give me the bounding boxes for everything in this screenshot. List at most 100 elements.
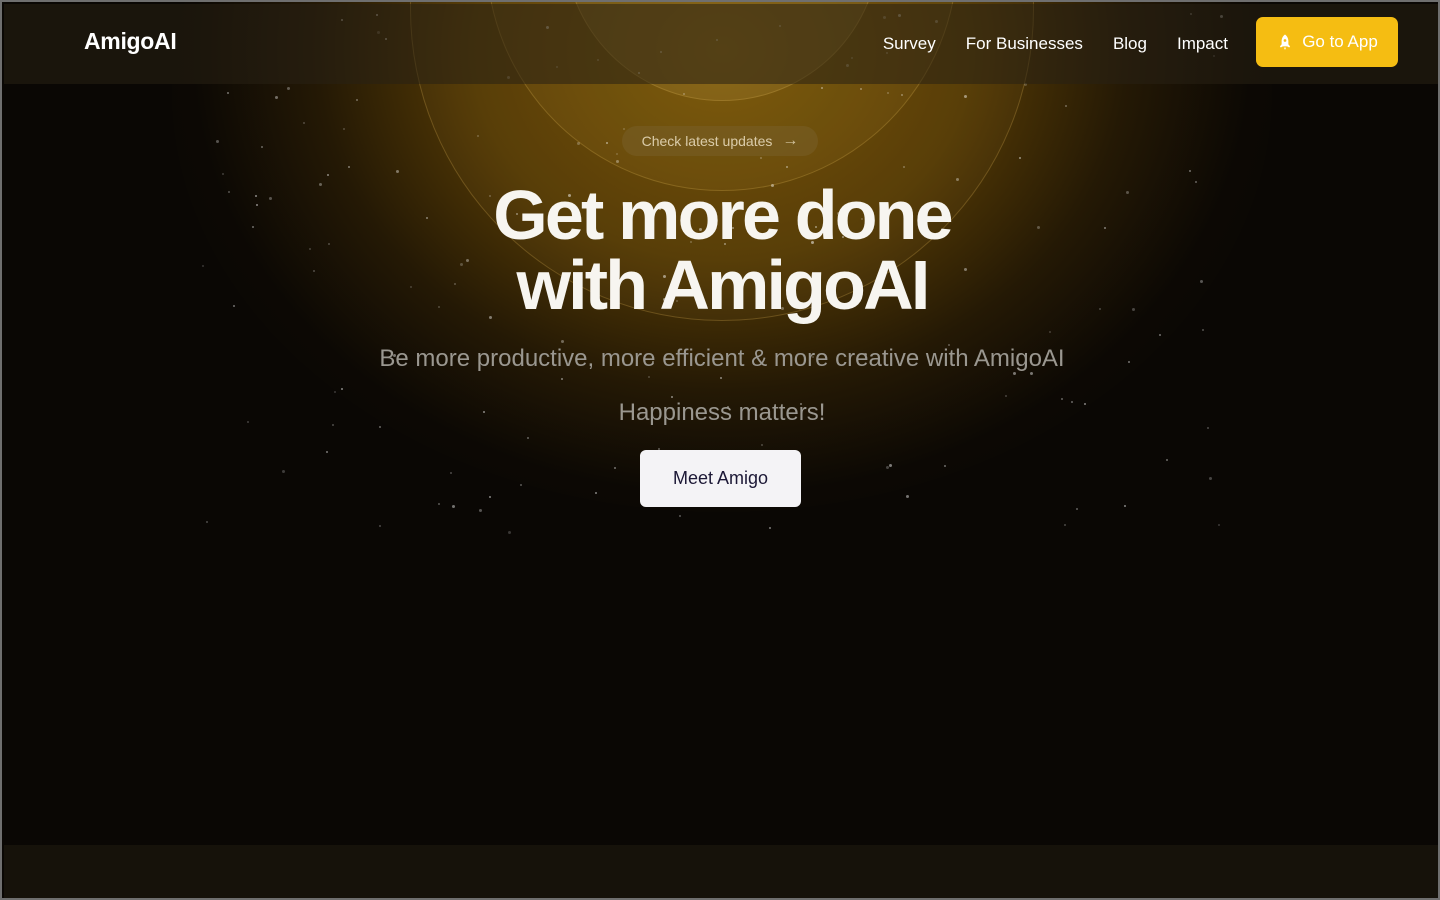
star-dot xyxy=(964,95,968,99)
star-dot xyxy=(1065,104,1068,107)
hero-subheadline: Be more productive, more efficient & mor… xyxy=(379,345,1065,372)
star-dot xyxy=(215,139,219,143)
nav-link-survey[interactable]: Survey xyxy=(883,34,936,54)
star-dot xyxy=(683,93,686,96)
latest-updates-label: Check latest updates xyxy=(641,133,773,149)
go-to-app-button[interactable]: Go to App xyxy=(1256,17,1398,67)
star-dot xyxy=(275,95,279,99)
star-dot xyxy=(205,520,208,523)
star-dot xyxy=(1189,169,1192,172)
star-dot xyxy=(885,466,889,470)
nav-link-impact[interactable]: Impact xyxy=(1177,34,1228,54)
star-dot xyxy=(255,194,258,197)
star-dot xyxy=(647,376,650,379)
hero-headline: Get more done with AmigoAI xyxy=(322,180,1122,320)
star-dot xyxy=(356,99,359,102)
star-dot xyxy=(1124,504,1127,507)
star-dot xyxy=(341,388,344,391)
star-dot xyxy=(1019,157,1022,160)
star-dot xyxy=(476,135,479,138)
star-dot xyxy=(1131,307,1135,311)
rocket-icon xyxy=(1280,34,1291,50)
star-dot xyxy=(623,128,626,131)
arrow-right-icon: → xyxy=(782,132,799,149)
nav-link-for-businesses[interactable]: For Businesses xyxy=(966,34,1083,54)
hero-tagline: Happiness matters! xyxy=(618,399,826,426)
star-dot xyxy=(1061,398,1064,401)
star-dot xyxy=(678,514,681,517)
star-dot xyxy=(888,464,892,468)
star-dot xyxy=(526,436,529,439)
star-dot xyxy=(943,465,946,468)
star-dot xyxy=(246,421,249,424)
star-dot xyxy=(768,526,771,529)
star-dot xyxy=(671,396,674,399)
latest-updates-badge[interactable]: Check latest updates → xyxy=(622,126,818,156)
star-dot xyxy=(202,265,205,268)
star-dot xyxy=(1070,400,1073,403)
navbar: AmigoAI Survey For Businesses Blog Impac… xyxy=(4,4,1438,84)
star-dot xyxy=(859,88,862,91)
star-dot xyxy=(887,92,890,95)
star-dot xyxy=(255,203,258,206)
meet-amigo-button[interactable]: Meet Amigo xyxy=(640,450,801,507)
star-dot xyxy=(1084,402,1087,405)
star-dot xyxy=(309,247,312,250)
page-frame: AmigoAI Survey For Businesses Blog Impac… xyxy=(0,0,1440,900)
star-dot xyxy=(450,471,453,474)
star-dot xyxy=(760,157,763,160)
star-dot xyxy=(347,166,350,169)
star-dot xyxy=(561,377,564,380)
star-dot xyxy=(395,170,399,174)
star-dot xyxy=(1004,394,1007,397)
nav-links: Survey For Businesses Blog Impact xyxy=(883,34,1228,54)
star-dot xyxy=(488,495,491,498)
star-dot xyxy=(719,377,722,380)
star-dot xyxy=(1202,328,1205,331)
star-dot xyxy=(785,165,788,168)
star-dot xyxy=(560,339,564,343)
star-dot xyxy=(379,524,382,527)
star-dot xyxy=(1195,180,1198,183)
star-dot xyxy=(343,128,346,131)
star-dot xyxy=(519,483,522,486)
star-dot xyxy=(605,141,608,144)
star-dot xyxy=(1125,191,1129,195)
star-dot xyxy=(821,86,824,89)
star-dot xyxy=(232,305,235,308)
star-dot xyxy=(902,165,905,168)
star-dot xyxy=(479,509,483,513)
star-dot xyxy=(900,94,903,97)
star-dot xyxy=(302,122,305,125)
go-to-app-label: Go to App xyxy=(1302,32,1378,51)
star-dot xyxy=(452,505,456,509)
meet-amigo-label: Meet Amigo xyxy=(672,468,769,488)
star-dot xyxy=(1206,427,1209,430)
star-dot xyxy=(268,196,272,200)
star-dot xyxy=(1199,279,1203,283)
brand-logo[interactable]: AmigoAI xyxy=(84,28,177,55)
star-dot xyxy=(576,142,580,146)
star-dot xyxy=(594,491,597,494)
star-dot xyxy=(760,443,763,446)
star-dot xyxy=(1159,334,1162,336)
star-dot xyxy=(1075,508,1078,511)
star-dot xyxy=(334,390,337,393)
star-dot xyxy=(286,86,290,90)
star-dot xyxy=(1165,459,1168,462)
star-dot xyxy=(438,503,441,506)
star-dot xyxy=(378,425,381,428)
hero-headline-line1: Get more done xyxy=(493,176,953,254)
star-dot xyxy=(227,190,230,193)
nav-link-blog[interactable]: Blog xyxy=(1113,34,1147,54)
star-dot xyxy=(905,495,909,499)
star-dot xyxy=(313,270,316,273)
hero-headline-line2: with AmigoAI xyxy=(516,246,931,324)
star-dot xyxy=(615,152,618,155)
star-dot xyxy=(1049,331,1052,334)
star-dot xyxy=(251,226,254,229)
star-dot xyxy=(227,92,230,95)
star-dot xyxy=(261,145,264,148)
star-dot xyxy=(1063,523,1066,526)
star-dot xyxy=(332,424,335,427)
